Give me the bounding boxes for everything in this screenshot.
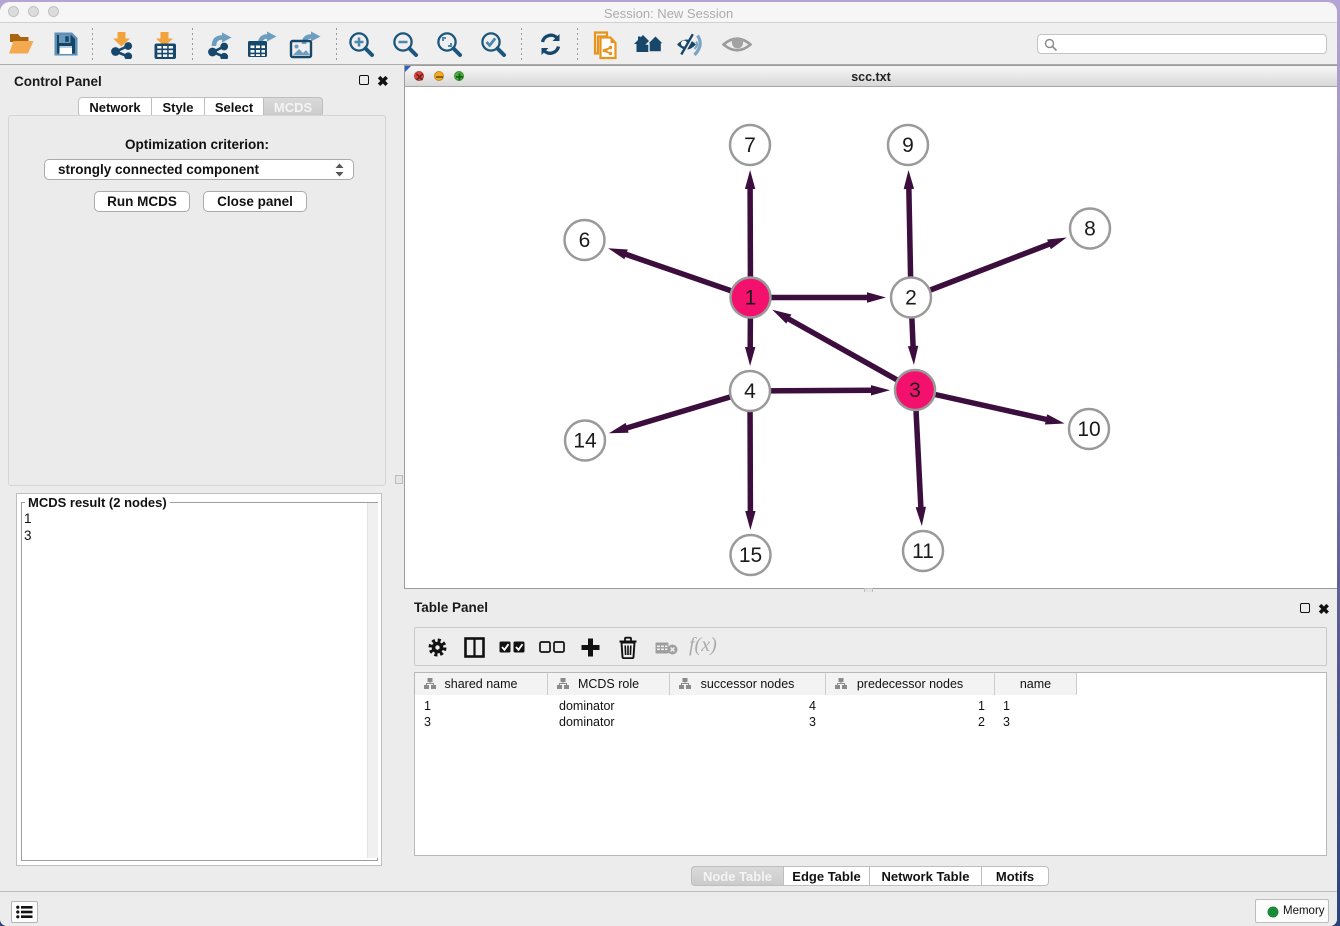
svg-text:9: 9 bbox=[902, 134, 914, 157]
svg-text:11: 11 bbox=[912, 540, 934, 563]
svg-text:3: 3 bbox=[909, 379, 921, 402]
svg-text:2: 2 bbox=[905, 287, 917, 310]
svg-text:8: 8 bbox=[1084, 218, 1096, 241]
svg-text:14: 14 bbox=[573, 430, 597, 453]
svg-text:10: 10 bbox=[1077, 418, 1100, 441]
svg-text:6: 6 bbox=[579, 229, 591, 252]
svg-text:15: 15 bbox=[739, 544, 762, 567]
svg-text:1: 1 bbox=[745, 287, 757, 310]
svg-text:4: 4 bbox=[744, 380, 756, 403]
svg-text:7: 7 bbox=[744, 134, 756, 157]
